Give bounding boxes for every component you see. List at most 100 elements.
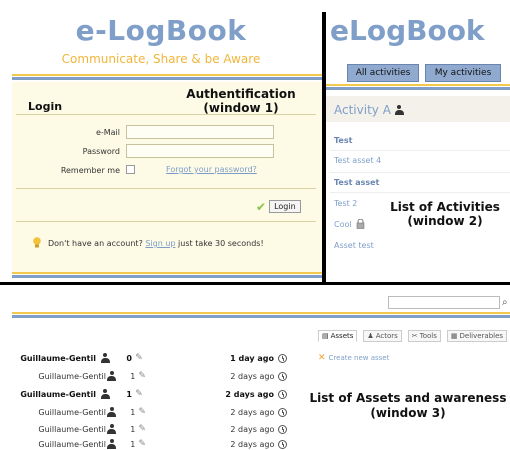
comment-count: 1 [130, 407, 136, 417]
asset-user: Guillaume-Gentil [20, 353, 96, 363]
signup-suffix: just take 30 seconds! [178, 239, 264, 248]
password-label: Password [82, 147, 120, 156]
tab-all-activities[interactable]: All activities [347, 64, 419, 82]
asset-user: Guillaume-Gentil [38, 439, 106, 449]
person-icon [107, 424, 117, 434]
search-icon[interactable]: ⌕ [502, 297, 508, 308]
w1-footer-stripe [12, 272, 322, 278]
remember-me-checkbox[interactable] [126, 165, 135, 174]
email-field[interactable] [126, 125, 274, 139]
login-button[interactable]: Login [269, 200, 301, 213]
w2-header-stripe [326, 84, 510, 90]
clock-icon [277, 424, 287, 434]
login-button-group: ✔ Login [256, 199, 301, 214]
person-icon [394, 105, 404, 115]
checkmark-icon: ✔ [256, 199, 267, 214]
w1-tagline: Communicate, Share & be Aware [61, 52, 261, 66]
tab-assets-label: Assets [330, 332, 354, 340]
activity-title-label: Activity A [334, 103, 391, 117]
tab-actors[interactable]: ♟ Actors [363, 330, 402, 342]
person-icon [100, 389, 110, 399]
window-divider-horizontal [0, 282, 510, 285]
asset-date: 2 days ago [230, 371, 275, 381]
w1-divider [16, 114, 316, 115]
list-separator [330, 192, 510, 193]
activity-item[interactable]: Test 2 [334, 199, 357, 208]
person-icon [107, 407, 117, 417]
tools-icon: ✂ [411, 332, 418, 340]
w1-annotation-line1: Authentification [186, 87, 296, 101]
tab-assets[interactable]: ▤ Assets [318, 330, 358, 342]
w1-divider [16, 188, 316, 189]
asset-date: 2 days ago [225, 389, 274, 399]
attachment-icon: ✎ [138, 439, 146, 449]
person-icon [100, 353, 110, 363]
asset-user: Guillaume-Gentil [38, 371, 106, 381]
document-icon: ▦ [450, 332, 458, 340]
asset-row[interactable]: Guillaume-Gentil 1 ✎ 2 days ago [12, 368, 290, 384]
activity-item[interactable]: Test asset [334, 178, 379, 187]
tab-deliverables-label: Deliverables [459, 332, 504, 340]
w3-tab-bar: ▤ Assets ♟ Actors ✂ Tools ▦ Deliverables [318, 330, 508, 342]
activity-item[interactable]: Asset test [334, 241, 374, 250]
w2-annotation: List of Activities (window 2) [380, 200, 510, 228]
create-asset-link[interactable]: ✕ Create new asset [318, 353, 389, 363]
activity-item[interactable]: Cool [334, 220, 352, 229]
list-separator [330, 172, 510, 173]
activity-item[interactable]: Test [334, 136, 352, 145]
clock-icon [277, 389, 287, 399]
w3-header-stripe [12, 312, 510, 318]
password-field[interactable] [126, 144, 274, 158]
person-icon [107, 439, 117, 449]
forgot-password-link[interactable]: Forgot your password? [166, 165, 257, 174]
asset-date: 1 day ago [230, 353, 274, 363]
w2-annotation-line1: List of Activities [390, 200, 500, 214]
asset-row[interactable]: Guillaume-Gentil 0 ✎ 1 day ago [12, 350, 290, 366]
comment-count: 0 [126, 353, 132, 363]
asset-date: 2 days ago [230, 439, 275, 449]
asset-row[interactable]: Guillaume-Gentil 1 ✎ 2 days ago [12, 421, 290, 437]
w2-annotation-line2: (window 2) [407, 214, 483, 228]
asset-row[interactable]: Guillaume-Gentil 1 ✎ 2 days ago [12, 404, 290, 420]
attachment-icon: ✎ [138, 424, 146, 434]
asset-user: Guillaume-Gentil [20, 389, 96, 399]
email-label: e-Mail [95, 128, 120, 137]
signup-link[interactable]: Sign up [145, 239, 175, 248]
clock-icon [277, 407, 287, 417]
lock-icon [356, 219, 365, 229]
asset-row[interactable]: Guillaume-Gentil 1 ✎ 2 days ago [12, 436, 290, 450]
w3-annotation-line1: List of Assets and awareness [309, 391, 507, 405]
tab-my-activities[interactable]: My activities [425, 64, 501, 82]
tab-actors-label: Actors [375, 332, 398, 340]
comment-count: 1 [126, 389, 132, 399]
tab-deliverables[interactable]: ▦ Deliverables [446, 330, 508, 342]
create-asset-label: Create new asset [328, 354, 390, 362]
w1-annotation: Authentification (window 1) [170, 87, 312, 115]
w3-annotation-line2: (window 3) [370, 406, 446, 420]
w1-app-title: e-LogBook [75, 14, 247, 47]
signup-prefix: Don't have an account? [48, 239, 143, 248]
asset-row[interactable]: Guillaume-Gentil 1 ✎ 2 days ago [12, 386, 290, 402]
attachment-icon: ✎ [138, 371, 146, 381]
clock-icon [277, 353, 287, 363]
asset-user: Guillaume-Gentil [38, 407, 106, 417]
activity-title[interactable]: Activity A [334, 103, 404, 117]
attachment-icon: ✎ [138, 407, 146, 417]
attachment-icon: ✎ [135, 353, 143, 363]
tab-tools[interactable]: ✂ Tools [407, 330, 441, 342]
asset-date: 2 days ago [230, 424, 275, 434]
tools-icon: ✕ [318, 353, 326, 363]
w1-header-stripe [12, 74, 322, 80]
lightbulb-icon [33, 237, 41, 248]
window-divider-vertical [322, 12, 326, 284]
signup-prompt: Don't have an account? Sign up just take… [48, 239, 264, 248]
tab-tools-label: Tools [419, 332, 437, 340]
comment-count: 1 [130, 424, 136, 434]
person-icon [107, 371, 117, 381]
w1-login-heading: Login [28, 100, 63, 113]
clock-icon [277, 439, 287, 449]
asset-user: Guillaume-Gentil [38, 424, 106, 434]
activity-item[interactable]: Test asset 4 [334, 156, 381, 165]
list-separator [330, 150, 510, 151]
search-input[interactable] [388, 296, 500, 309]
